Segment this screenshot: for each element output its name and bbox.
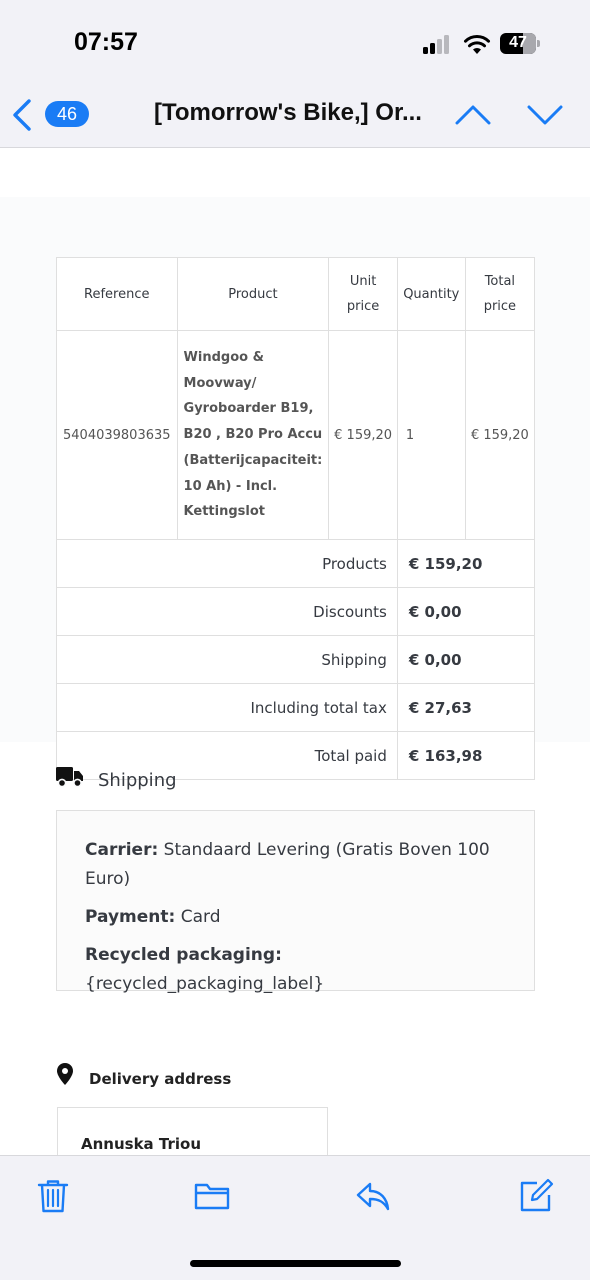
delivery-address-title: Delivery address xyxy=(89,1070,232,1088)
summary-value: € 0,00 xyxy=(396,587,536,636)
summary-row-discounts: Discounts € 0,00 xyxy=(56,587,536,636)
header-reference: Reference xyxy=(56,257,178,331)
reply-icon[interactable] xyxy=(355,1178,391,1214)
shipping-title: Shipping xyxy=(98,770,177,791)
message-body[interactable]: Reference Product Unit price Quantity To… xyxy=(0,149,590,1155)
summary-value: € 159,20 xyxy=(396,539,536,588)
status-time: 07:57 xyxy=(74,28,138,56)
unread-count-badge[interactable]: 46 xyxy=(45,101,89,127)
recipient-name: Annuska Triou xyxy=(81,1135,201,1153)
summary-value: € 27,63 xyxy=(396,683,536,732)
recycled-packaging-label: Recycled packaging: xyxy=(85,945,282,965)
summary-label: Including total tax xyxy=(56,683,398,732)
wifi-icon xyxy=(464,35,490,54)
status-bar: 07:57 47 xyxy=(0,0,590,88)
recycled-packaging-value: {recycled_packaging_label} xyxy=(85,974,325,994)
summary-value: € 0,00 xyxy=(396,635,536,684)
shipping-heading: Shipping xyxy=(56,766,356,796)
product-reference: 5404039803635 xyxy=(56,330,178,540)
carrier-line: Carrier: Standaard Levering (Gratis Bove… xyxy=(85,836,506,894)
table-row: 5404039803635 Windgoo & Moovway/ Gyroboa… xyxy=(56,330,536,540)
summary-row-shipping: Shipping € 0,00 xyxy=(56,635,536,684)
payment-line: Payment: Card xyxy=(85,903,506,932)
shipping-details-box: Carrier: Standaard Levering (Gratis Bove… xyxy=(56,810,535,994)
compose-icon[interactable] xyxy=(518,1178,554,1214)
message-subject: [Tomorrow's Bike,] Or... xyxy=(154,99,422,126)
recycled-packaging-line: Recycled packaging: {recycled_packaging_… xyxy=(85,941,506,999)
summary-value: € 163,98 xyxy=(396,731,536,780)
summary-label: Products xyxy=(56,539,398,588)
summary-label: Discounts xyxy=(56,587,398,636)
cellular-signal-icon xyxy=(423,34,453,54)
mail-toolbar xyxy=(0,1155,590,1280)
chevron-left-icon[interactable] xyxy=(10,98,34,132)
payment-label: Payment: xyxy=(85,907,176,927)
location-pin-icon xyxy=(57,1063,73,1085)
folder-icon[interactable] xyxy=(194,1178,230,1214)
table-header-row: Reference Product Unit price Quantity To… xyxy=(56,257,536,331)
order-table: Reference Product Unit price Quantity To… xyxy=(56,257,536,780)
product-name: Windgoo & Moovway/ Gyroboarder B19, B20 … xyxy=(176,330,330,540)
truck-icon xyxy=(56,767,83,788)
delivery-address-box: Annuska Triou xyxy=(57,1107,328,1155)
battery-level: 47 xyxy=(509,34,527,51)
home-indicator[interactable] xyxy=(190,1260,401,1267)
header-quantity: Quantity xyxy=(396,257,466,331)
header-product: Product xyxy=(176,257,330,331)
product-unit-price: € 159,20 xyxy=(328,330,398,540)
payment-value: Card xyxy=(180,907,221,927)
summary-label: Shipping xyxy=(56,635,398,684)
product-quantity: 1 xyxy=(396,330,466,540)
delivery-address-heading: Delivery address xyxy=(56,1062,356,1092)
trash-icon[interactable] xyxy=(35,1178,71,1214)
chevron-up-icon[interactable] xyxy=(455,102,491,126)
battery-icon: 47 xyxy=(500,33,540,54)
summary-row-tax: Including total tax € 27,63 xyxy=(56,683,536,732)
header-total-price: Total price xyxy=(464,257,536,331)
product-total-price: € 159,20 xyxy=(464,330,536,540)
mail-nav-bar: 46 [Tomorrow's Bike,] Or... xyxy=(0,88,590,148)
order-summary-section: Reference Product Unit price Quantity To… xyxy=(0,197,590,780)
chevron-down-icon[interactable] xyxy=(527,102,563,126)
header-unit-price: Unit price xyxy=(328,257,398,331)
summary-row-products: Products € 159,20 xyxy=(56,539,536,588)
carrier-label: Carrier: xyxy=(85,840,159,860)
